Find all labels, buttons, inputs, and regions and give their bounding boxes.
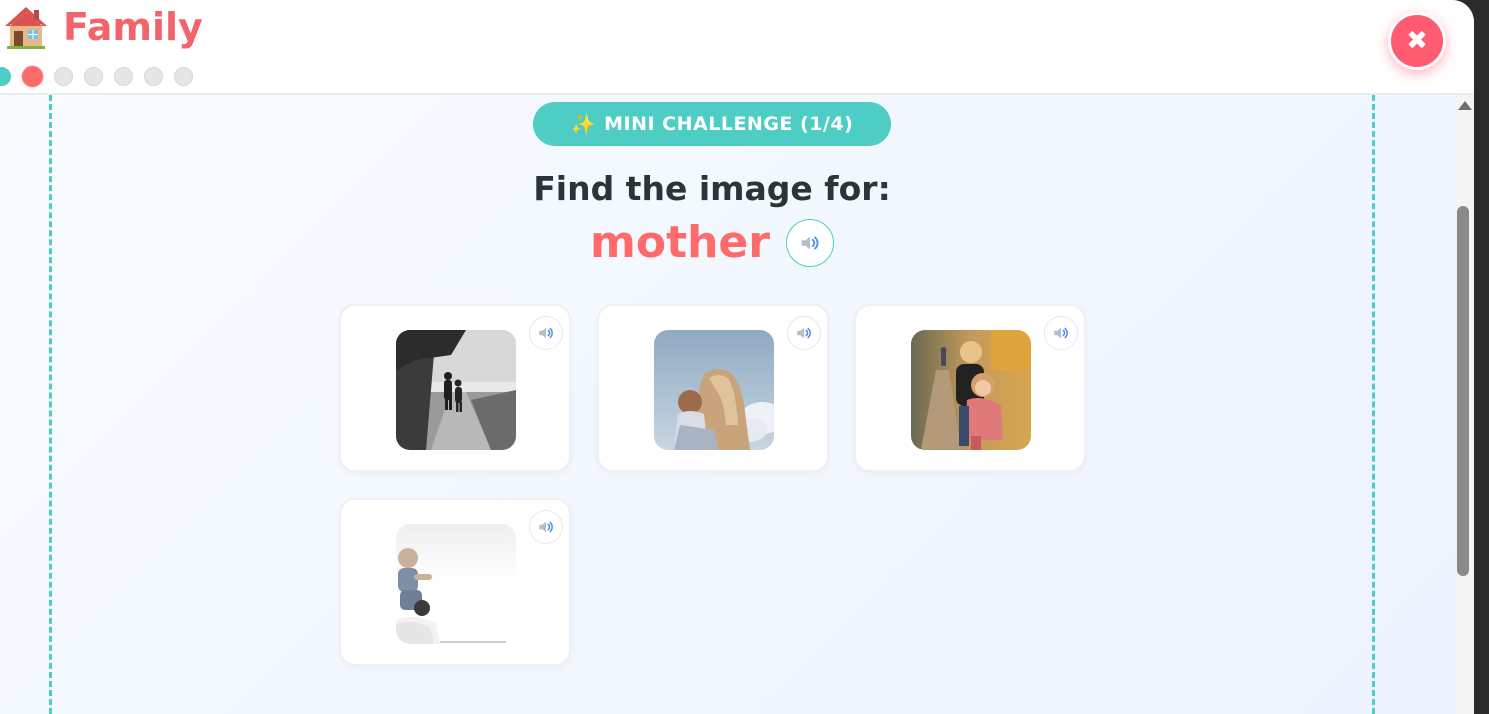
title-row: Family xyxy=(3,4,203,50)
progress-dot-current xyxy=(22,66,43,87)
vertical-scrollbar[interactable] xyxy=(1456,95,1474,714)
challenge-area: ✨ MINI CHALLENGE (1/4) Find the image fo… xyxy=(0,95,1456,714)
badge-label: MINI CHALLENGE (1/4) xyxy=(604,113,854,135)
option-card-1[interactable] xyxy=(339,304,571,472)
target-word-row: mother xyxy=(440,217,984,269)
option-card-3[interactable] xyxy=(854,304,1086,472)
play-option-3-button[interactable] xyxy=(1044,316,1078,350)
photo-mother-hugging-child xyxy=(654,330,774,450)
page-title: Family xyxy=(63,5,203,49)
dashed-border-left xyxy=(49,95,52,714)
speaker-icon xyxy=(801,236,819,250)
photo-children-walking xyxy=(396,330,516,450)
scroll-up-arrow-icon[interactable] xyxy=(1458,101,1472,110)
header: Family ✖ xyxy=(0,0,1474,95)
mini-challenge-badge: ✨ MINI CHALLENGE (1/4) xyxy=(533,102,891,146)
play-word-button[interactable] xyxy=(785,219,834,267)
challenge-prompt: Find the image for: xyxy=(533,169,891,208)
speaker-icon xyxy=(539,521,553,533)
progress-dot xyxy=(174,67,193,86)
photo-child-on-shoulders xyxy=(396,524,516,644)
house-icon xyxy=(3,4,49,50)
progress-dot xyxy=(114,67,133,86)
progress-dot-completed xyxy=(0,67,11,86)
scroll-thumb[interactable] xyxy=(1457,206,1469,576)
option-card-2[interactable] xyxy=(597,304,829,472)
play-option-1-button[interactable] xyxy=(529,316,563,350)
progress-dot xyxy=(144,67,163,86)
target-word: mother xyxy=(590,217,770,268)
close-icon: ✖ xyxy=(1406,26,1428,56)
speaker-icon xyxy=(539,327,553,339)
progress-dot xyxy=(84,67,103,86)
play-option-2-button[interactable] xyxy=(787,316,821,350)
play-option-4-button[interactable] xyxy=(529,510,563,544)
dashed-border-right xyxy=(1372,95,1375,714)
speaker-icon xyxy=(797,327,811,339)
progress-dot xyxy=(54,67,73,86)
progress-dots xyxy=(0,66,193,87)
option-card-4[interactable] xyxy=(339,498,571,666)
photo-siblings-hugging xyxy=(911,330,1031,450)
speaker-icon xyxy=(1054,327,1068,339)
app-window: Family ✖ ✨ MINI CHALLENGE (1/4) Find the… xyxy=(0,0,1474,714)
close-button[interactable]: ✖ xyxy=(1388,12,1446,70)
sparkle-icon: ✨ xyxy=(570,112,597,136)
